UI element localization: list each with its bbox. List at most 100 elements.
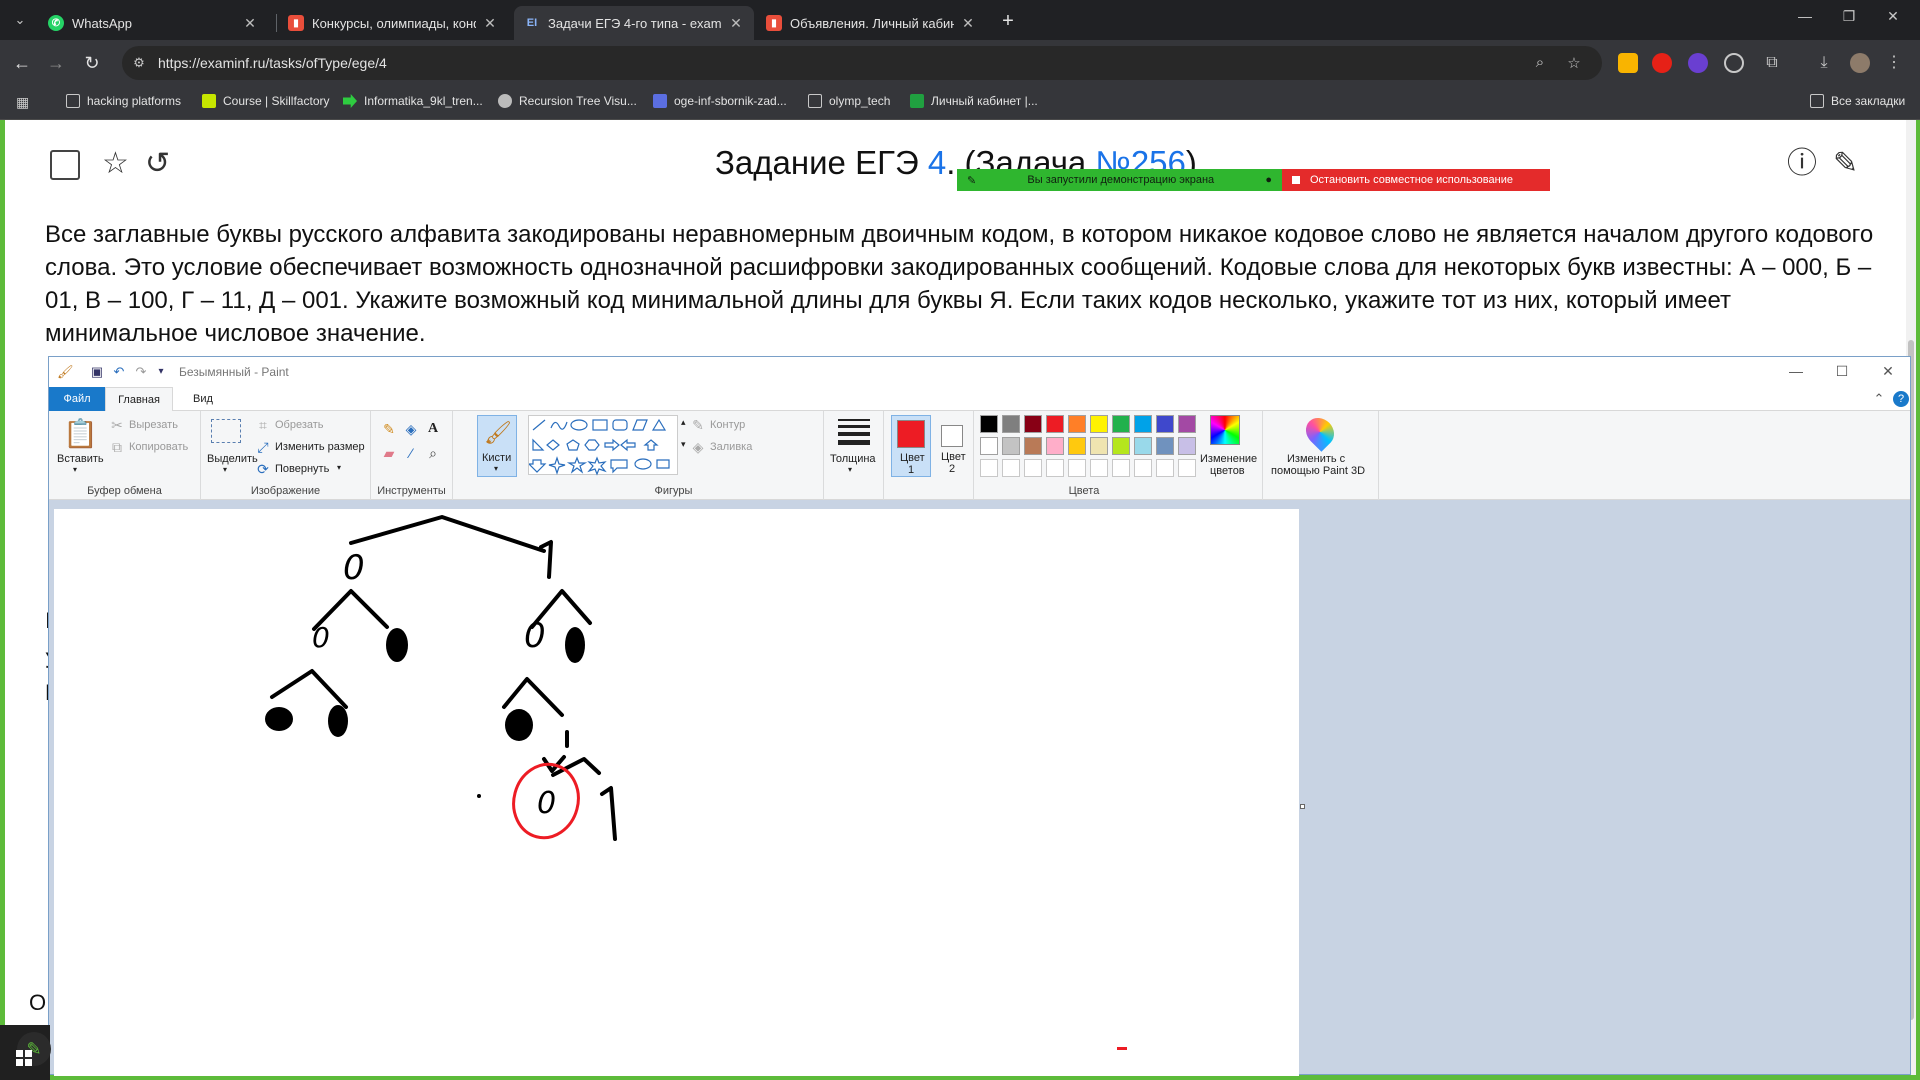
edit-colors-icon[interactable] [1210, 415, 1240, 445]
palette-color[interactable] [1112, 415, 1130, 433]
customize-quick-access-icon[interactable]: ▾ [153, 364, 169, 380]
avatar[interactable] [1850, 53, 1870, 73]
tab-home[interactable]: Главная [105, 387, 173, 411]
palette-color[interactable] [1002, 415, 1020, 433]
chevron-down-icon[interactable]: ▾ [848, 465, 852, 474]
custom-color-slot[interactable] [1090, 459, 1108, 477]
bookmark-olymp-tech[interactable]: olymp_tech [808, 94, 890, 108]
address-bar[interactable]: ⚙ https://examinf.ru/tasks/ofType/ege/4 … [122, 46, 1602, 80]
palette-color[interactable] [1024, 437, 1042, 455]
palette-color[interactable] [1178, 437, 1196, 455]
palette-color[interactable] [980, 415, 998, 433]
undo-icon[interactable]: ↶ [111, 364, 127, 380]
drawing-canvas[interactable]: 0 0 0 0 [54, 509, 1299, 1076]
custom-color-slot[interactable] [1112, 459, 1130, 477]
custom-color-slot[interactable] [1068, 459, 1086, 477]
forward-button[interactable]: → [44, 52, 68, 76]
shapes-gallery[interactable] [527, 415, 678, 476]
palette-color[interactable] [1024, 415, 1042, 433]
rotate-button[interactable]: Повернуть [275, 463, 329, 475]
zoom-icon[interactable]: ⌕ [1530, 54, 1550, 71]
close-window-button[interactable]: ✕ [1878, 8, 1908, 25]
cut-button[interactable]: Вырезать [129, 419, 178, 431]
size-icon[interactable] [838, 419, 870, 421]
canvas-resize-handle[interactable] [1300, 804, 1305, 809]
menu-icon[interactable]: ⋮ [1884, 53, 1904, 73]
copy-button[interactable]: Копировать [129, 441, 188, 453]
chevron-down-icon[interactable]: ▾ [73, 465, 77, 474]
fill-button[interactable]: Заливка [710, 441, 752, 453]
puzzle-icon[interactable]: ⧉ [1762, 53, 1782, 73]
paint-minimize-button[interactable]: — [1781, 363, 1811, 379]
restore-button[interactable]: ❐ [1834, 8, 1864, 25]
bookmark-informatika[interactable]: Informatika_9kl_tren... [343, 94, 483, 108]
back-button[interactable]: ← [10, 52, 34, 76]
palette-color[interactable] [1046, 415, 1064, 433]
palette-color[interactable] [1112, 437, 1130, 455]
minimize-button[interactable]: — [1790, 8, 1820, 24]
tab-contests[interactable]: ▮ Конкурсы, олимпиады, конфе ✕ [278, 6, 508, 40]
redo-icon[interactable]: ↷ [133, 364, 149, 380]
palette-color[interactable] [1002, 437, 1020, 455]
new-tab-button[interactable]: + [996, 10, 1020, 34]
bookmark-personal-cabinet[interactable]: Личный кабинет |... [910, 94, 1038, 108]
color-picker-icon[interactable]: ⁄ [403, 445, 419, 461]
star-icon[interactable]: ☆ [102, 149, 129, 179]
extension-icon[interactable] [1652, 53, 1672, 73]
bookmark-star-icon[interactable]: ☆ [1564, 54, 1584, 72]
tab-file[interactable]: Файл [49, 387, 105, 411]
paint3d-label[interactable]: помощью Paint 3D [1271, 465, 1365, 477]
size-button[interactable]: Толщина [830, 453, 876, 465]
select-icon[interactable] [211, 419, 241, 443]
fill-bucket-icon[interactable]: ◈ [403, 421, 419, 437]
custom-color-slot[interactable] [1002, 459, 1020, 477]
stop-sharing-button[interactable]: Остановить совместное использование [1282, 169, 1550, 191]
paint-maximize-button[interactable]: ☐ [1827, 363, 1857, 380]
close-icon[interactable]: ✕ [728, 15, 744, 32]
share-handle-icon[interactable]: ✎ [967, 174, 976, 187]
pencil-icon[interactable]: ✎ [381, 421, 397, 437]
edit-colors-label[interactable]: Изменение [1200, 453, 1257, 465]
outline-button[interactable]: Контур [710, 419, 745, 431]
brushes-button[interactable]: 🖌 Кисти ▾ [477, 415, 517, 477]
tab-ads[interactable]: ▮ Объявления. Личный кабинет ✕ [756, 6, 986, 40]
custom-color-slot[interactable] [1134, 459, 1152, 477]
extension-icon[interactable] [1618, 53, 1638, 73]
apps-icon[interactable]: ▦ [16, 94, 29, 111]
palette-color[interactable] [1090, 437, 1108, 455]
palette-color[interactable] [980, 437, 998, 455]
save-icon[interactable]: ▣ [89, 364, 105, 380]
close-icon[interactable]: ✕ [482, 15, 498, 32]
palette-color[interactable] [1178, 415, 1196, 433]
select-button[interactable]: Выделить [207, 453, 258, 465]
paint3d-icon[interactable] [1300, 412, 1340, 452]
task-checkbox[interactable] [50, 150, 80, 180]
palette-color[interactable] [1068, 415, 1086, 433]
tab-whatsapp[interactable]: ✆ WhatsApp ✕ [38, 6, 268, 40]
all-bookmarks[interactable]: Все закладки [1810, 94, 1905, 108]
text-icon[interactable]: A [425, 421, 441, 437]
color2-button[interactable]: Цвет 2 [933, 415, 973, 477]
edit-icon[interactable]: ✎ [1833, 149, 1858, 179]
site-info-icon[interactable]: ⚙ [130, 54, 148, 72]
palette-color[interactable] [1156, 415, 1174, 433]
bookmark-recursion-tree[interactable]: Recursion Tree Visu... [498, 94, 637, 108]
palette-color[interactable] [1134, 437, 1152, 455]
paste-icon[interactable]: 📋 [63, 417, 98, 451]
palette-color[interactable] [1068, 437, 1086, 455]
bookmark-skillfactory[interactable]: Course | Skillfactory [202, 94, 329, 108]
windows-start-icon[interactable] [16, 1050, 32, 1066]
custom-color-slot[interactable] [1178, 459, 1196, 477]
custom-color-slot[interactable] [1156, 459, 1174, 477]
magnifier-icon[interactable]: ⌕ [425, 445, 441, 461]
edit-colors-label[interactable]: цветов [1210, 465, 1245, 477]
bookmark-oge-sbornik[interactable]: oge-inf-sbornik-zad... [653, 94, 787, 108]
collapse-ribbon-icon[interactable]: ⌃ [1871, 391, 1887, 407]
palette-color[interactable] [1156, 437, 1174, 455]
help-icon[interactable]: ? [1893, 391, 1909, 407]
tab-examinf[interactable]: EI Задачи ЕГЭ 4-го типа - examin ✕ [514, 6, 754, 40]
palette-color[interactable] [1090, 415, 1108, 433]
tab-search-button[interactable]: ⌄ [10, 10, 30, 30]
bookmark-hacking-platforms[interactable]: hacking platforms [66, 94, 181, 108]
reload-button[interactable]: ↻ [80, 52, 104, 76]
